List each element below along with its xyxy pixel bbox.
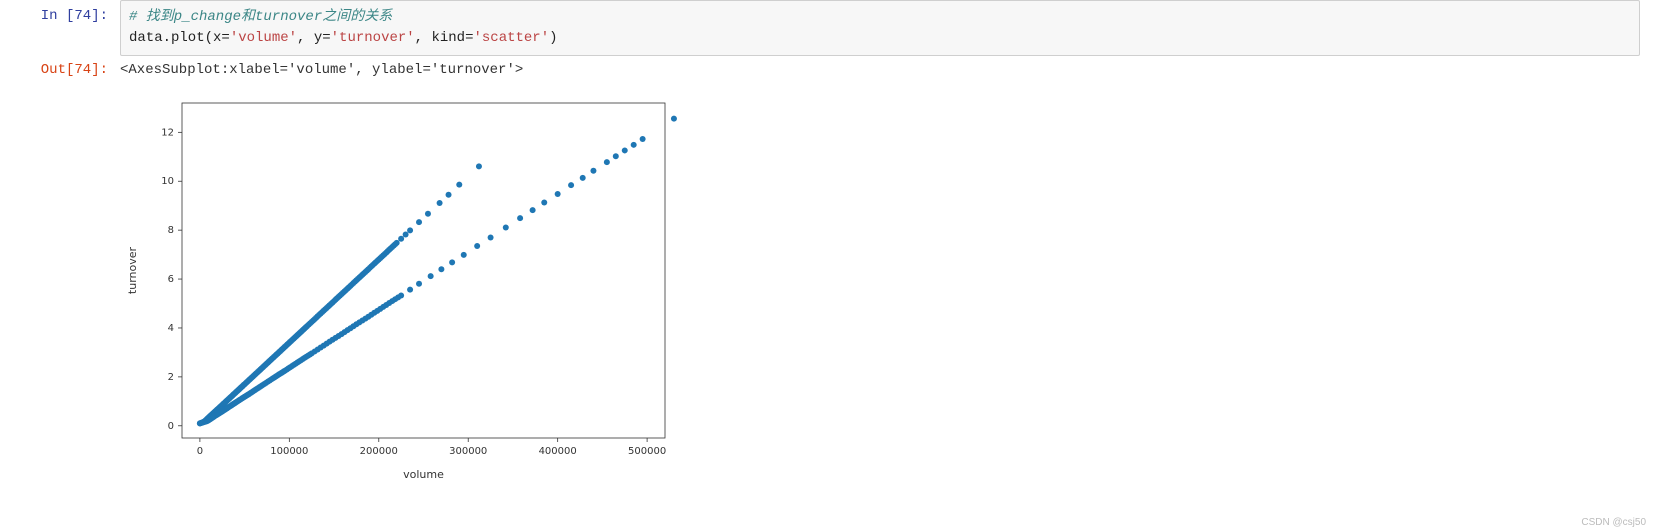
svg-text:turnover: turnover — [126, 246, 139, 294]
code-text: ) — [549, 30, 557, 46]
svg-text:10: 10 — [161, 176, 174, 187]
code-string: 'volume' — [230, 30, 297, 46]
svg-text:400000: 400000 — [539, 446, 577, 457]
scatter-plot: 0 100000 200000 300000 400000 500000 0 2 4 6 8 10 12… — [120, 88, 680, 488]
svg-text:0: 0 — [168, 421, 174, 432]
svg-text:volume: volume — [403, 468, 444, 481]
chart-output: 0 100000 200000 300000 400000 500000 0 2 4 6 8 10 12… — [120, 88, 1654, 488]
svg-text:2: 2 — [168, 372, 174, 383]
code-string: 'turnover' — [331, 30, 415, 46]
svg-text:500000: 500000 — [628, 446, 666, 457]
code-comment: # 找到p_change和turnover之间的关系 — [129, 9, 392, 25]
code-text: , y= — [297, 30, 331, 46]
svg-text:100000: 100000 — [270, 446, 308, 457]
svg-text:12: 12 — [161, 127, 174, 138]
watermark: CSDN @csj50 — [1581, 517, 1646, 528]
output-text: <AxesSubplot:xlabel='volume', ylabel='tu… — [120, 58, 1654, 78]
in-prompt: In [74]: — [0, 0, 120, 24]
code-text: , kind= — [415, 30, 474, 46]
out-prompt: Out[74]: — [0, 58, 120, 78]
input-cell-row: In [74]: # 找到p_change和turnover之间的关系 data… — [0, 0, 1654, 56]
svg-text:300000: 300000 — [449, 446, 487, 457]
output-cell-row: Out[74]: <AxesSubplot:xlabel='volume', y… — [0, 58, 1654, 78]
code-text: data.plot(x= — [129, 30, 230, 46]
code-input[interactable]: # 找到p_change和turnover之间的关系 data.plot(x='… — [120, 0, 1640, 56]
svg-text:200000: 200000 — [360, 446, 398, 457]
svg-text:8: 8 — [168, 225, 174, 236]
code-string: 'scatter' — [473, 30, 549, 46]
svg-text:6: 6 — [168, 274, 174, 285]
svg-text:0: 0 — [197, 446, 203, 457]
svg-text:4: 4 — [168, 323, 174, 334]
